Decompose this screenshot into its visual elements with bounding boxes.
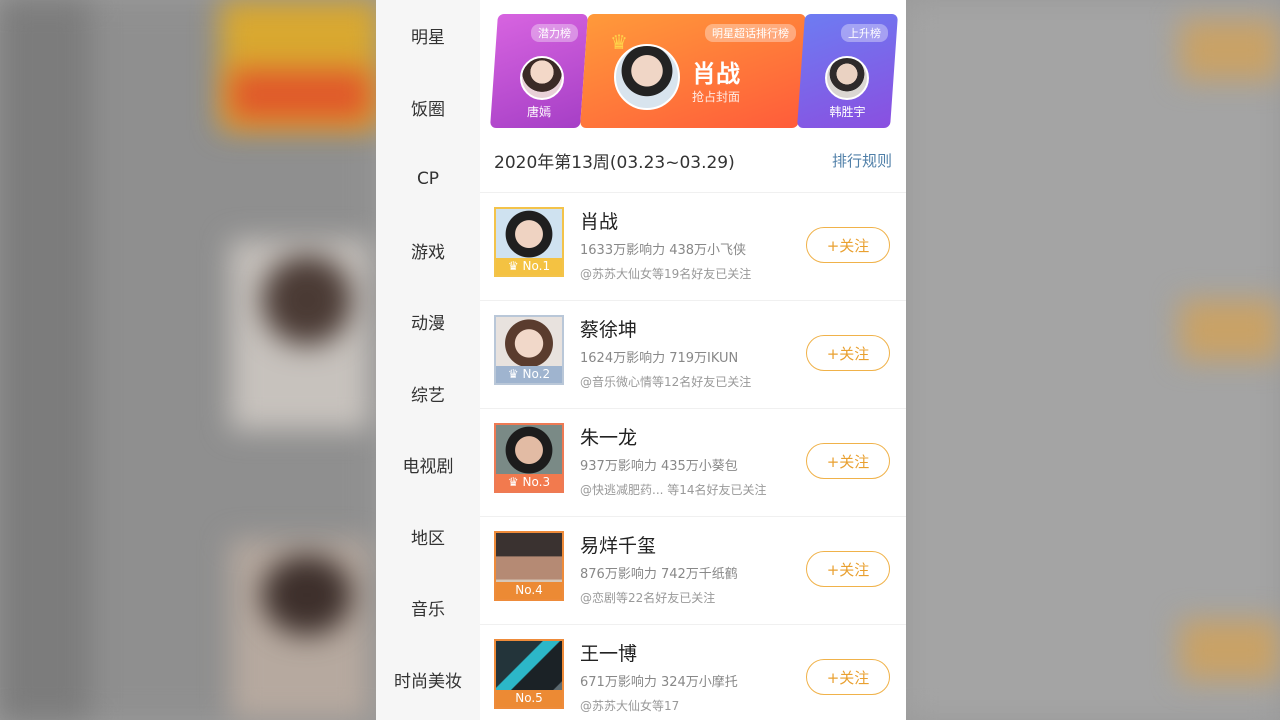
follow-button[interactable]: +关注 xyxy=(806,551,890,587)
sidebar-item-variety[interactable]: 综艺 xyxy=(376,358,480,430)
rank-number: No.5 xyxy=(515,691,543,705)
week-header: 2020年第13周(03.23~03.29) 排行规则 xyxy=(494,146,892,174)
card-tag: 明星超话排行榜 xyxy=(705,24,796,42)
sidebar-item-anime[interactable]: 动漫 xyxy=(376,286,480,358)
avatar xyxy=(825,56,869,100)
sidebar-item-fashion-beauty[interactable]: 时尚美妆 xyxy=(376,644,480,716)
sidebar-item-region[interactable]: 地区 xyxy=(376,501,480,573)
rank-badge: ♛ No.1 xyxy=(496,258,562,275)
star-name: 王一博 xyxy=(580,643,638,665)
follow-button[interactable]: +关注 xyxy=(806,227,890,263)
rank-number: No.1 xyxy=(522,259,551,273)
star-photo: No.5 xyxy=(494,639,564,709)
sidebar-item-music[interactable]: 音乐 xyxy=(376,572,480,644)
star-photo: ♛ No.1 xyxy=(494,207,564,277)
backdrop-blob xyxy=(1180,20,1280,80)
star-name: 蔡徐坤 xyxy=(580,319,638,341)
ranking-list: ♛ No.1 肖战 1633万影响力 438万小飞侠 @苏苏大仙女等19名好友已… xyxy=(480,192,906,720)
card-star-name: 韩胜宇 xyxy=(829,105,866,119)
sidebar-item-games[interactable]: 游戏 xyxy=(376,215,480,287)
potential-list-card[interactable]: 潜力榜 唐嫣 xyxy=(490,14,588,128)
star-photo: ♛ No.2 xyxy=(494,315,564,385)
backdrop-blob xyxy=(1180,620,1280,680)
category-sidebar: 明星 饭圈 CP 游戏 动漫 综艺 电视剧 地区 音乐 时尚美妆 xyxy=(376,0,480,720)
friends-following: @音乐微心情等12名好友已关注 xyxy=(580,375,752,389)
influence-stats: 937万影响力 435万小葵包 xyxy=(580,459,738,474)
list-item[interactable]: ♛ No.2 蔡徐坤 1624万影响力 719万IKUN @音乐微心情等12名好… xyxy=(480,301,906,409)
crown-icon: ♛ xyxy=(507,367,519,381)
ranking-rules-link[interactable]: 排行规则 xyxy=(832,150,892,171)
card-tag: 上升榜 xyxy=(841,24,888,42)
backdrop-blob xyxy=(1180,300,1280,360)
sidebar-item-tv-drama[interactable]: 电视剧 xyxy=(376,429,480,501)
list-item[interactable]: ♛ No.3 朱一龙 937万影响力 435万小葵包 @快逃减肥药... 等14… xyxy=(480,409,906,517)
ranking-main: 潜力榜 唐嫣 明星超话排行榜 ♛ 肖战 抢占封面 上升榜 韩胜宇 2020年第1… xyxy=(480,0,906,720)
friends-following: @苏苏大仙女等19名好友已关注 xyxy=(580,267,752,281)
rank-badge: No.4 xyxy=(496,582,562,599)
friends-following: @恋剧等22名好友已关注 xyxy=(580,591,716,605)
rank-badge: ♛ No.3 xyxy=(496,474,562,491)
crown-icon: ♛ xyxy=(507,475,519,489)
follow-button[interactable]: +关注 xyxy=(806,443,890,479)
influence-stats: 1633万影响力 438万小飞侠 xyxy=(580,243,747,258)
backdrop-right xyxy=(906,0,1280,720)
friends-following: @苏苏大仙女等17 xyxy=(580,699,680,713)
rank-number: No.4 xyxy=(515,583,543,597)
crown-icon: ♛ xyxy=(507,259,519,273)
list-item[interactable]: No.5 王一博 671万影响力 324万小摩托 @苏苏大仙女等17 +关注 xyxy=(480,625,906,720)
list-item[interactable]: No.4 易烊千玺 876万影响力 742万千纸鹤 @恋剧等22名好友已关注 +… xyxy=(480,517,906,625)
influence-stats: 671万影响力 324万小摩托 xyxy=(580,675,738,690)
star-photo: ♛ No.3 xyxy=(494,423,564,493)
rank-number: No.3 xyxy=(522,475,551,489)
week-label: 2020年第13周(03.23~03.29) xyxy=(494,152,735,173)
sidebar-item-stars[interactable]: 明星 xyxy=(376,0,480,72)
avatar xyxy=(520,56,564,100)
card-star-name: 肖战 xyxy=(692,60,740,88)
influence-stats: 1624万影响力 719万IKUN xyxy=(580,351,739,366)
avatar xyxy=(614,44,680,110)
sidebar-item-fandom[interactable]: 饭圈 xyxy=(376,72,480,144)
rank-badge: ♛ No.2 xyxy=(496,366,562,383)
follow-button[interactable]: +关注 xyxy=(806,335,890,371)
backdrop-blob xyxy=(230,70,370,120)
influence-stats: 876万影响力 742万千纸鹤 xyxy=(580,567,738,582)
follow-button[interactable]: +关注 xyxy=(806,659,890,695)
rising-list-card[interactable]: 上升榜 韩胜宇 xyxy=(797,14,898,128)
card-star-name: 唐嫣 xyxy=(526,105,551,119)
backdrop-blob xyxy=(262,255,352,345)
card-subtitle: 抢占封面 xyxy=(692,90,741,104)
star-name: 易烊千玺 xyxy=(580,535,657,557)
banner-cards: 潜力榜 唐嫣 明星超话排行榜 ♛ 肖战 抢占封面 上升榜 韩胜宇 xyxy=(490,14,898,130)
backdrop-blob xyxy=(262,555,352,635)
backdrop-blob xyxy=(0,0,90,720)
star-name: 朱一龙 xyxy=(580,427,638,449)
star-supertopic-card[interactable]: 明星超话排行榜 ♛ 肖战 抢占封面 xyxy=(580,14,806,128)
star-name: 肖战 xyxy=(580,211,619,233)
phone-screen: 明星 饭圈 CP 游戏 动漫 综艺 电视剧 地区 音乐 时尚美妆 潜力榜 唐嫣 … xyxy=(376,0,906,720)
card-tag: 潜力榜 xyxy=(531,24,578,42)
rank-badge: No.5 xyxy=(496,690,562,707)
list-item[interactable]: ♛ No.1 肖战 1633万影响力 438万小飞侠 @苏苏大仙女等19名好友已… xyxy=(480,192,906,301)
friends-following: @快逃减肥药... 等14名好友已关注 xyxy=(580,483,767,497)
rank-number: No.2 xyxy=(522,367,551,381)
star-photo: No.4 xyxy=(494,531,564,601)
sidebar-item-cp[interactable]: CP xyxy=(376,143,480,215)
